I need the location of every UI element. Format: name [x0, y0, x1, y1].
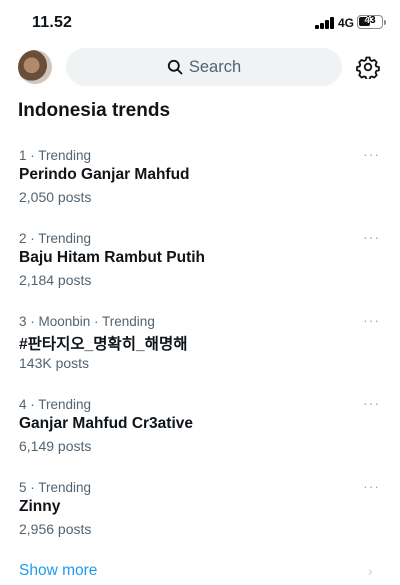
- section-title: Indonesia trends: [18, 100, 171, 121]
- avatar[interactable]: [18, 50, 52, 84]
- more-options-icon[interactable]: ···: [363, 478, 380, 494]
- trend-posts: 2,050 posts: [19, 189, 92, 205]
- network-type: 4G: [338, 16, 355, 30]
- more-options-icon[interactable]: ···: [363, 146, 380, 162]
- trend-item-3[interactable]: 3 · Moonbin · Trending #판타지오_명확히_해명해 143…: [0, 312, 400, 394]
- trend-meta: 5 · Trending: [19, 480, 92, 495]
- trend-item-5[interactable]: 5 · Trending Zinny 2,956 posts ···: [0, 478, 400, 560]
- signal-icon: [315, 17, 335, 29]
- status-time: 11.52: [32, 14, 73, 31]
- gear-icon[interactable]: [356, 55, 380, 79]
- battery-nub: [384, 19, 386, 25]
- search-icon: [167, 59, 183, 75]
- trend-name: Zinny: [19, 498, 61, 515]
- search-input[interactable]: Search: [66, 48, 342, 86]
- trend-name: Baju Hitam Rambut Putih: [19, 249, 206, 266]
- trend-meta: 4 · Trending: [19, 397, 92, 412]
- more-options-icon[interactable]: ···: [363, 395, 380, 411]
- chevron-right-icon: ›: [368, 563, 373, 579]
- battery-level: 43: [364, 15, 376, 26]
- trend-item-1[interactable]: 1 · Trending Perindo Ganjar Mahfud 2,050…: [0, 146, 400, 228]
- trend-posts: 6,149 posts: [19, 438, 92, 454]
- status-bar: 11.52 4G 43: [0, 0, 400, 46]
- top-bar: Search: [0, 46, 400, 92]
- battery-icon: 43: [357, 15, 383, 29]
- trend-item-4[interactable]: 4 · Trending Ganjar Mahfud Cr3ative 6,14…: [0, 395, 400, 477]
- trend-meta: 1 · Trending: [19, 148, 92, 163]
- trend-item-2[interactable]: 2 · Trending Baju Hitam Rambut Putih 2,1…: [0, 229, 400, 311]
- show-more-link[interactable]: Show more: [19, 562, 97, 580]
- trend-meta: 2 · Trending: [19, 231, 92, 246]
- trend-name: Ganjar Mahfud Cr3ative: [19, 415, 193, 432]
- trend-posts: 2,956 posts: [19, 521, 92, 537]
- more-options-icon[interactable]: ···: [363, 229, 380, 245]
- trend-meta: 3 · Moonbin · Trending: [19, 314, 155, 329]
- trend-name: Perindo Ganjar Mahfud: [19, 166, 190, 183]
- trend-name: #판타지오_명확히_해명해: [19, 336, 188, 353]
- more-options-icon[interactable]: ···: [363, 312, 380, 328]
- search-placeholder: Search: [188, 57, 242, 76]
- trend-posts: 143K posts: [19, 355, 90, 371]
- trend-posts: 2,184 posts: [19, 272, 92, 288]
